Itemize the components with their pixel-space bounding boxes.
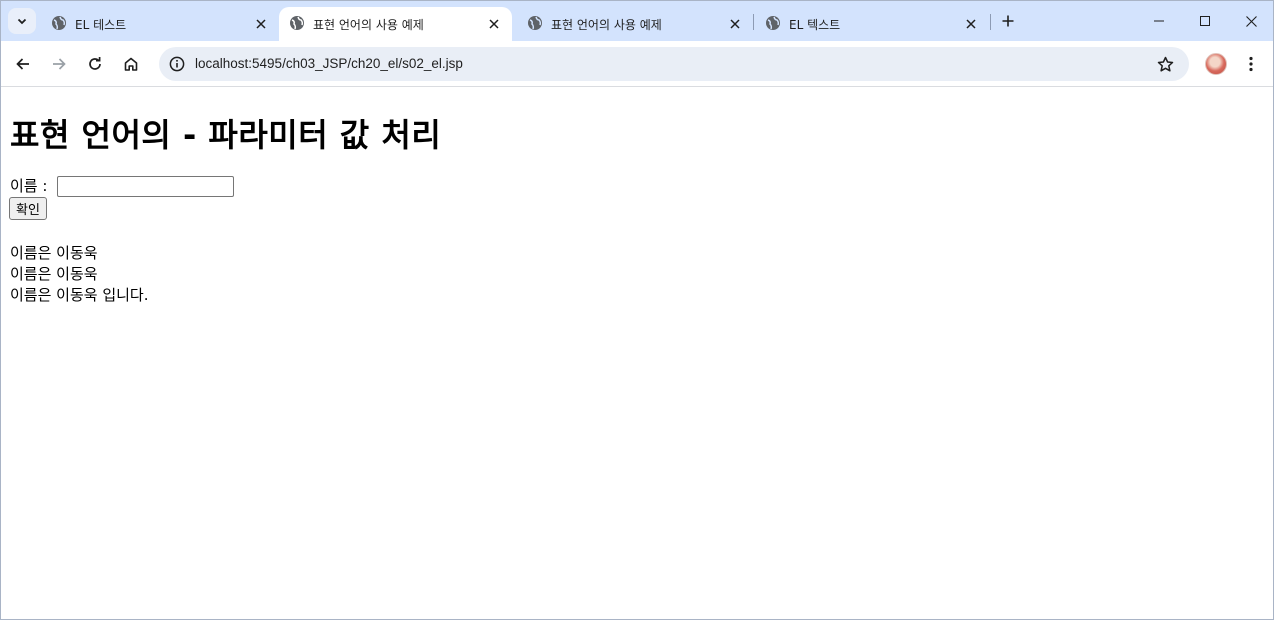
tab-strip: EL 테스트 표현 언어의 사용 예제 표현 언어의 사용 예제 EL 텍스트 [1,1,1273,41]
arrow-right-icon [53,58,66,70]
tab-title: 표현 언어의 사용 예제 [551,18,662,32]
globe-icon [766,16,780,30]
close-tab-icon[interactable] [484,14,504,34]
tab-title: EL 테스트 [75,18,127,32]
tab-title: 표현 언어의 사용 예제 [313,18,424,32]
confirm-button[interactable]: 확인 [9,197,47,220]
page-heading: 표현 언어의 - 파라미터 값 처리 [10,116,442,154]
name-form-row: 이름 : [10,175,234,197]
home-button[interactable] [117,50,145,78]
page-content: 표현 언어의 - 파라미터 값 처리 이름 : 확인 이름은 이동욱 이름은 이… [1,88,1273,621]
plus-icon [1002,15,1014,27]
reload-button[interactable] [81,50,109,78]
bookmark-star-icon[interactable] [1153,52,1177,76]
tab-el-usage-active[interactable]: 표현 언어의 사용 예제 [279,7,512,41]
back-button[interactable] [9,50,37,78]
name-input[interactable] [57,176,234,197]
browser-toolbar: localhost:5495/ch03_JSP/ch20_el/s02_el.j… [1,41,1273,87]
globe-icon [290,16,304,30]
reload-icon [89,57,101,70]
forward-button[interactable] [45,50,73,78]
tab-title: EL 텍스트 [789,18,841,32]
home-icon [124,57,138,71]
result-line-3: 이름은 이동욱 입니다. [10,286,149,304]
minimize-icon [1154,20,1164,22]
close-icon [1245,15,1257,27]
address-url[interactable]: localhost:5495/ch03_JSP/ch20_el/s02_el.j… [195,56,463,71]
tab-el-test[interactable]: EL 테스트 [41,7,279,41]
new-tab-button[interactable] [997,10,1019,32]
more-vertical-icon [1249,56,1253,72]
tab-separator [753,14,754,30]
result-line-1: 이름은 이동욱 [10,244,98,262]
tab-separator [990,14,991,30]
profile-avatar[interactable] [1205,53,1227,75]
minimize-button[interactable] [1136,7,1182,35]
address-bar[interactable]: localhost:5495/ch03_JSP/ch20_el/s02_el.j… [159,47,1189,81]
close-tab-icon[interactable] [961,14,981,34]
chevron-down-icon [17,18,27,25]
browser-menu-button[interactable] [1239,50,1263,78]
result-line-2: 이름은 이동욱 [10,265,98,283]
name-label: 이름 : [10,177,48,195]
arrow-left-icon [16,58,29,70]
tab-el-usage[interactable]: 표현 언어의 사용 예제 [517,7,753,41]
site-info-icon[interactable] [165,52,189,76]
globe-icon [528,16,542,30]
close-tab-icon[interactable] [725,14,745,34]
globe-icon [52,16,66,30]
browser-window: EL 테스트 표현 언어의 사용 예제 표현 언어의 사용 예제 EL 텍스트 [0,0,1274,620]
tab-el-text[interactable]: EL 텍스트 [755,7,989,41]
close-window-button[interactable] [1228,7,1274,35]
maximize-icon [1200,16,1210,26]
tab-search-button[interactable] [8,8,36,34]
close-tab-icon[interactable] [251,14,271,34]
maximize-button[interactable] [1182,7,1228,35]
